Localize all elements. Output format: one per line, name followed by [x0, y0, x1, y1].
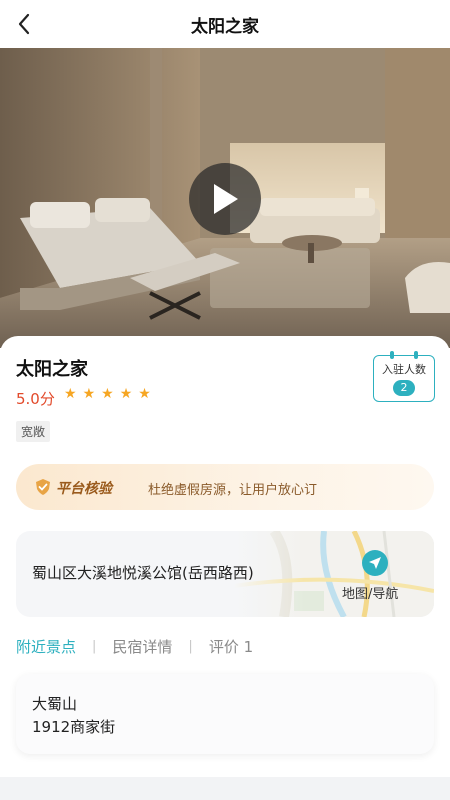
nearby-sight-item[interactable]: 1912商家街 — [32, 716, 115, 737]
star-icon: ★ — [82, 386, 96, 402]
calendar-ring-icon — [390, 351, 394, 359]
resident-count-badge: 入驻人数 2 — [373, 351, 435, 402]
star-icon: ★ — [64, 386, 77, 402]
navigate-button[interactable] — [362, 550, 388, 576]
calendar-ring-icon — [414, 351, 418, 359]
play-icon — [214, 184, 238, 214]
tab-homestay-details[interactable]: 民宿详情 — [112, 636, 172, 657]
page-title: 太阳之家 — [191, 17, 259, 37]
map-thumbnail — [234, 531, 434, 617]
bottom-bar — [0, 777, 450, 800]
navigation-arrow-icon — [369, 557, 381, 569]
verify-description: 杜绝虚假房源，让用户放心订 — [148, 483, 318, 498]
nearby-sight-item[interactable]: 大蜀山 — [32, 693, 77, 714]
address-card[interactable]: 蜀山区大溪地悦溪公馆(岳西路西) 地图/导航 — [16, 531, 434, 617]
nav-bar: 太阳之家 — [0, 0, 450, 48]
play-video-button[interactable] — [189, 163, 261, 235]
verified-shield-icon — [36, 479, 50, 495]
hero-gallery[interactable] — [0, 48, 450, 348]
nearby-sights-card: 大蜀山 1912商家街 — [16, 674, 434, 754]
feature-tag: 宽敞 — [16, 421, 51, 442]
tab-nearby-sights[interactable]: 附近景点 — [16, 636, 76, 657]
resident-label: 入驻人数 — [382, 363, 426, 376]
star-icon: ★ — [101, 386, 114, 402]
rating-stars: ★ ★ ★ ★ ★ — [64, 386, 151, 402]
verify-title: 平台核验 — [56, 481, 112, 497]
tab-divider: | — [92, 639, 97, 654]
listing-name: 太阳之家 — [16, 359, 88, 380]
tab-divider: | — [188, 639, 193, 654]
star-icon: ★ — [119, 386, 133, 402]
section-tabs: 附近景点 | 民宿详情 | 评价 1 — [16, 636, 253, 657]
star-icon: ★ — [138, 386, 151, 402]
tab-reviews[interactable]: 评价 1 — [209, 636, 253, 657]
rating-score: 5.0分 — [16, 390, 55, 408]
address-text: 蜀山区大溪地悦溪公馆(岳西路西) — [32, 564, 254, 582]
platform-verify-banner: 平台核验 杜绝虚假房源，让用户放心订 — [16, 464, 434, 510]
map-navigation-label[interactable]: 地图/导航 — [342, 583, 398, 602]
resident-count: 2 — [393, 380, 415, 396]
